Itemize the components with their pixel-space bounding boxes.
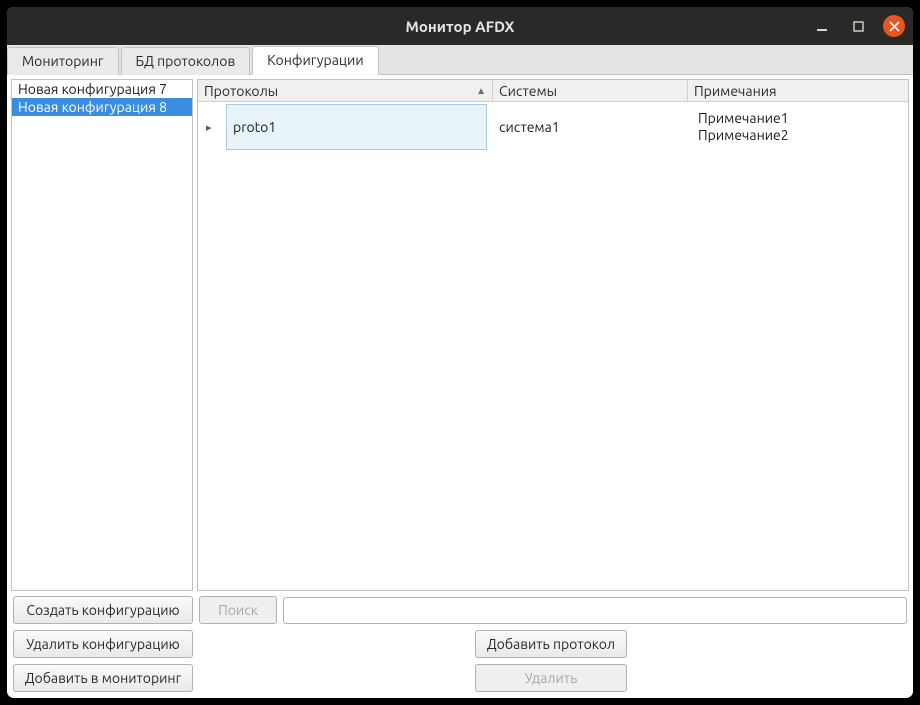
column-header-protocols[interactable]: Протоколы ▲ <box>198 80 493 101</box>
column-header-notes[interactable]: Примечания <box>688 80 908 101</box>
column-label: Примечания <box>694 83 777 99</box>
maximize-icon <box>853 21 864 32</box>
cell-notes: Примечание1 Примечание2 <box>688 102 908 152</box>
sort-asc-icon: ▲ <box>476 85 486 97</box>
table-header-row: Протоколы ▲ Системы Примечания <box>198 80 908 102</box>
close-icon <box>889 21 900 32</box>
protocol-table: Протоколы ▲ Системы Примечания ▸ <box>197 79 909 591</box>
config-item[interactable]: Новая конфигурация 7 <box>12 80 192 98</box>
tab-bar: Мониторинг БД протоколов Конфигурации <box>7 45 913 75</box>
config-item[interactable]: Новая конфигурация 8 <box>12 98 192 116</box>
table-body[interactable]: ▸ proto1 система1 Примечание1 Примечание… <box>198 102 908 590</box>
content-area: Новая конфигурация 7 Новая конфигурация … <box>7 75 913 698</box>
minimize-button[interactable] <box>811 15 833 37</box>
note-line: Примечание1 <box>698 110 902 128</box>
protocol-name: proto1 <box>233 119 276 135</box>
protocol-cell-selected[interactable]: proto1 <box>226 104 487 150</box>
bottom-controls: Создать конфигурацию Поиск Удалить конфи… <box>11 596 909 694</box>
delete-config-button[interactable]: Удалить конфигурацию <box>13 630 193 658</box>
table-row[interactable]: ▸ proto1 система1 Примечание1 Примечание… <box>198 102 908 152</box>
titlebar: Монитор AFDX <box>7 7 913 45</box>
column-label: Системы <box>499 83 557 99</box>
minimize-icon <box>816 20 828 32</box>
note-line: Примечание2 <box>698 127 902 145</box>
column-header-systems[interactable]: Системы <box>493 80 688 101</box>
system-name: система1 <box>499 119 560 135</box>
config-list[interactable]: Новая конфигурация 7 Новая конфигурация … <box>11 79 193 591</box>
upper-panels: Новая конфигурация 7 Новая конфигурация … <box>11 79 909 591</box>
expand-arrow-icon[interactable]: ▸ <box>206 121 214 134</box>
search-button: Поиск <box>199 596 277 624</box>
delete-protocol-button: Удалить <box>475 664 627 692</box>
tab-monitoring[interactable]: Мониторинг <box>7 47 119 75</box>
search-input[interactable] <box>283 597 907 624</box>
cell-protocol[interactable]: ▸ proto1 <box>198 102 493 152</box>
create-config-button[interactable]: Создать конфигурацию <box>13 596 193 624</box>
application-window: Монитор AFDX Мониторинг БД протоколов Ко… <box>7 7 913 698</box>
window-controls <box>811 7 905 45</box>
window-title: Монитор AFDX <box>406 18 515 35</box>
add-protocol-button[interactable]: Добавить протокол <box>475 630 627 658</box>
add-to-monitoring-button[interactable]: Добавить в мониторинг <box>13 664 193 692</box>
tab-protocol-db[interactable]: БД протоколов <box>121 47 251 75</box>
close-button[interactable] <box>883 15 905 37</box>
cell-system: система1 <box>493 102 688 152</box>
tab-configurations[interactable]: Конфигурации <box>252 46 378 75</box>
column-label: Протоколы <box>204 83 278 99</box>
maximize-button[interactable] <box>847 15 869 37</box>
